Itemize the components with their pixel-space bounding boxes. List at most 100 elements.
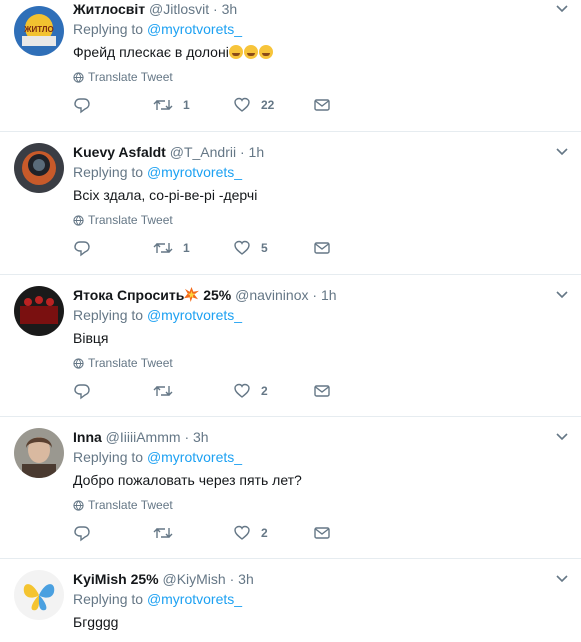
translate-tweet[interactable]: Translate Tweet: [73, 355, 567, 371]
chevron-down-icon[interactable]: [553, 143, 571, 161]
globe-icon: [73, 499, 84, 511]
reply-icon: [74, 526, 90, 542]
mention-link[interactable]: @myrotvorets_: [147, 21, 242, 37]
tweet-actions: 1 5: [73, 238, 567, 258]
tweet[interactable]: KyiMish 25% @KiyMish · 3h Replying to @m…: [0, 559, 581, 642]
display-name[interactable]: KyiMish 25%: [73, 571, 159, 587]
translate-tweet[interactable]: Translate Tweet: [73, 69, 567, 85]
retweet-count: 1: [183, 241, 190, 255]
tweet-text: Добро пожаловать через пять лет?: [73, 472, 302, 488]
dm-icon: [314, 527, 330, 539]
reply-button[interactable]: [73, 524, 153, 542]
avatar[interactable]: [14, 286, 64, 336]
tweet[interactable]: Ятока Спросить 25% @navininox · 1h Reply…: [0, 275, 581, 417]
dm-icon: [314, 99, 330, 111]
mention-link[interactable]: @myrotvorets_: [147, 164, 242, 180]
translate-label: Translate Tweet: [88, 356, 173, 370]
reply-icon: [74, 98, 90, 114]
globe-icon: [73, 357, 84, 369]
user-handle[interactable]: @KiyMish: [162, 571, 225, 587]
retweet-button[interactable]: 1: [153, 239, 233, 257]
globe-icon: [73, 214, 84, 226]
mention-link[interactable]: @myrotvorets_: [147, 591, 242, 607]
like-button[interactable]: 22: [233, 96, 313, 114]
retweet-button[interactable]: [153, 382, 233, 400]
replying-to: Replying to @myrotvorets_: [73, 20, 567, 38]
display-name[interactable]: Kuevy Asfaldt: [73, 144, 166, 160]
tweet[interactable]: ЖИТЛО Житлосвіт @Jitlosvit · 3h Replying…: [0, 0, 581, 132]
user-handle[interactable]: @T_Andrii: [170, 144, 236, 160]
direct-message-button[interactable]: [313, 239, 341, 257]
timestamp[interactable]: 3h: [193, 429, 209, 445]
reply-prefix: Replying to: [73, 21, 144, 37]
translate-tweet[interactable]: Translate Tweet: [73, 212, 567, 228]
like-icon: [234, 525, 250, 540]
translate-label: Translate Tweet: [88, 70, 173, 84]
retweet-icon: [153, 100, 173, 110]
chevron-down-icon[interactable]: [553, 0, 571, 18]
direct-message-button[interactable]: [313, 382, 341, 400]
reply-prefix: Replying to: [73, 307, 144, 323]
chevron-down-icon[interactable]: [553, 286, 571, 304]
display-name-suffix[interactable]: 25%: [203, 287, 231, 303]
mention-link[interactable]: @myrotvorets_: [147, 307, 242, 323]
retweet-button[interactable]: 1: [153, 96, 233, 114]
display-name[interactable]: Inna: [73, 429, 102, 445]
tweet-text-body: Фрейд плескає в долоні: [73, 44, 229, 60]
tweet[interactable]: Inna @IiiiiAmmm · 3h Replying to @myrotv…: [0, 417, 581, 559]
dm-icon: [314, 385, 330, 397]
reply-prefix: Replying to: [73, 449, 144, 465]
avatar[interactable]: ЖИТЛО: [14, 6, 64, 56]
like-button[interactable]: 2: [233, 524, 313, 542]
chevron-down-icon[interactable]: [553, 570, 571, 588]
translate-tweet[interactable]: Translate Tweet: [73, 497, 567, 513]
avatar[interactable]: [14, 570, 64, 620]
reply-icon: [74, 384, 90, 400]
chevron-down-icon[interactable]: [553, 428, 571, 446]
user-handle[interactable]: @navininox: [235, 287, 308, 303]
like-count: 2: [261, 526, 268, 540]
retweet-count: 1: [183, 98, 190, 112]
timestamp[interactable]: 1h: [249, 144, 265, 160]
laughing-emoji-icon: [243, 45, 258, 59]
replying-to: Replying to @myrotvorets_: [73, 163, 567, 181]
display-name[interactable]: Ятока Спросить: [73, 287, 184, 303]
retweet-button[interactable]: [153, 524, 233, 542]
like-count: 22: [261, 98, 275, 112]
tweet-header: Житлосвіт @Jitlosvit · 3h: [73, 0, 567, 18]
tweet-text: Бгgggg: [73, 614, 119, 630]
like-button[interactable]: 5: [233, 239, 313, 257]
like-button[interactable]: 2: [233, 382, 313, 400]
translate-label: Translate Tweet: [88, 498, 173, 512]
tweet-header: Ятока Спросить 25% @navininox · 1h: [73, 286, 567, 304]
laughing-emoji-icon: [228, 45, 243, 59]
reply-button[interactable]: [73, 382, 153, 400]
retweet-icon: [153, 386, 173, 396]
tweet-text: Всіх здала, со-рі-ве-рі -дерчі: [73, 187, 258, 203]
user-handle[interactable]: @Jitlosvit: [149, 1, 209, 17]
like-count: 2: [261, 384, 268, 398]
retweet-icon: [153, 528, 173, 538]
user-handle[interactable]: @IiiiiAmmm: [106, 429, 181, 445]
reply-prefix: Replying to: [73, 591, 144, 607]
translate-label: Translate Tweet: [88, 213, 173, 227]
globe-icon: [73, 71, 84, 83]
separator: ·: [312, 287, 318, 303]
avatar[interactable]: [14, 428, 64, 478]
timestamp[interactable]: 1h: [321, 287, 337, 303]
separator: ·: [229, 571, 235, 587]
tweet-text: Вівця: [73, 330, 109, 346]
timestamp[interactable]: 3h: [238, 571, 254, 587]
direct-message-button[interactable]: [313, 524, 341, 542]
reply-button[interactable]: [73, 239, 153, 257]
mention-link[interactable]: @myrotvorets_: [147, 449, 242, 465]
tweet[interactable]: Kuevy Asfaldt @T_Andrii · 1h Replying to…: [0, 132, 581, 275]
display-name[interactable]: Житлосвіт: [73, 1, 145, 17]
tweet-actions: 2: [73, 381, 567, 401]
direct-message-button[interactable]: [313, 96, 341, 114]
avatar[interactable]: [14, 143, 64, 193]
timestamp[interactable]: 3h: [222, 1, 238, 17]
reply-button[interactable]: [73, 96, 153, 114]
dm-icon: [314, 242, 330, 254]
explosion-emoji-icon: [184, 287, 200, 302]
